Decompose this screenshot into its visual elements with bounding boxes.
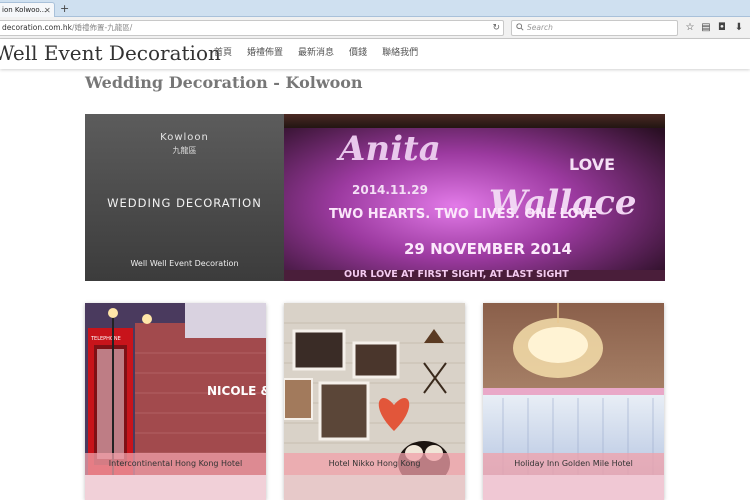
- url-path: /婚禮佈置-九龍區/: [72, 23, 133, 32]
- close-icon[interactable]: ✕: [44, 3, 51, 17]
- banner-area-zh: 九龍區: [172, 146, 197, 155]
- menu-item-price[interactable]: 價錢: [349, 47, 367, 60]
- venue-card-nikko[interactable]: Hotel Nikko Hong Kong: [284, 303, 465, 500]
- venue-card-intercontinental[interactable]: TELEPHONE NICOLE & Intercontinental Hong…: [85, 303, 266, 500]
- banner-photo-love: LOVE: [569, 155, 615, 174]
- card-caption: Hotel Nikko Hong Kong: [284, 453, 465, 475]
- banner-photo-date: 2014.11.29: [352, 183, 428, 197]
- page-title: Wedding Decoration - Kolwoon: [85, 73, 363, 92]
- menu-item-news[interactable]: 最新消息: [298, 47, 334, 60]
- menu-item-contact[interactable]: 聯絡我們: [382, 47, 418, 60]
- card-caption: Intercontinental Hong Kong Hotel: [85, 453, 266, 475]
- bookmark-star-icon[interactable]: ☆: [684, 21, 696, 34]
- browser-toolbar: decoration.com.hk/婚禮佈置-九龍區/ ↻ Search ☆ ▤…: [0, 17, 750, 39]
- search-icon: [516, 23, 524, 31]
- reload-icon[interactable]: ↻: [492, 21, 500, 35]
- banner-brand: Well Well Event Decoration: [130, 259, 239, 268]
- welcome-sign-text: NICOLE &: [207, 384, 266, 398]
- banner-photo-line-2: 29 NOVEMBER 2014: [404, 240, 572, 258]
- browser-tab-bar: ion Kolwoo... ✕ +: [0, 0, 750, 17]
- tab-title: ion Kolwoo...: [2, 6, 47, 14]
- url-text: decoration.com.hk/婚禮佈置-九龍區/: [2, 21, 132, 35]
- hero-banner: Kowloon 九龍區 WEDDING DECORATION Well Well…: [85, 114, 665, 281]
- banner-area-en: Kowloon: [160, 132, 209, 143]
- main-menu: 首頁 婚禮佈置 最新消息 價錢 聯絡我們: [214, 47, 433, 60]
- banner-text-panel: Kowloon 九龍區 WEDDING DECORATION Well Well…: [85, 114, 284, 281]
- menu-item-wedding-decoration[interactable]: 婚禮佈置: [247, 47, 283, 60]
- site-header: Well Event Decoration 首頁 婚禮佈置 最新消息 價錢 聯絡…: [0, 39, 750, 69]
- banner-heading: WEDDING DECORATION: [107, 196, 262, 210]
- card-caption: Holiday Inn Golden Mile Hotel: [483, 453, 664, 475]
- banner-photo-name-1: Anita: [336, 129, 441, 169]
- banner-photo-line-1: TWO HEARTS. TWO LIVES. ONE LOVE: [329, 207, 597, 222]
- search-input[interactable]: Search: [511, 20, 678, 36]
- site-brand[interactable]: Well Event Decoration: [0, 40, 221, 67]
- phone-booth-sign: TELEPHONE: [90, 336, 121, 342]
- reading-list-icon[interactable]: ▤: [700, 21, 712, 34]
- search-placeholder: Search: [527, 23, 553, 32]
- browser-tab[interactable]: ion Kolwoo... ✕: [0, 2, 55, 17]
- address-bar[interactable]: decoration.com.hk/婚禮佈置-九龍區/ ↻: [0, 20, 504, 36]
- menu-item-home[interactable]: 首頁: [214, 47, 232, 60]
- banner-photo: Anita LOVE Wallace 2014.11.29 TWO HEARTS…: [284, 114, 665, 281]
- venue-card-holiday-inn[interactable]: Holiday Inn Golden Mile Hotel: [483, 303, 664, 500]
- pocket-icon[interactable]: ◘: [716, 21, 728, 34]
- new-tab-icon[interactable]: +: [60, 1, 69, 16]
- banner-photo-line-3: OUR LOVE AT FIRST SIGHT, AT LAST SIGHT: [344, 269, 569, 280]
- url-domain: decoration.com.hk: [2, 23, 73, 32]
- download-icon[interactable]: ⬇: [733, 21, 745, 34]
